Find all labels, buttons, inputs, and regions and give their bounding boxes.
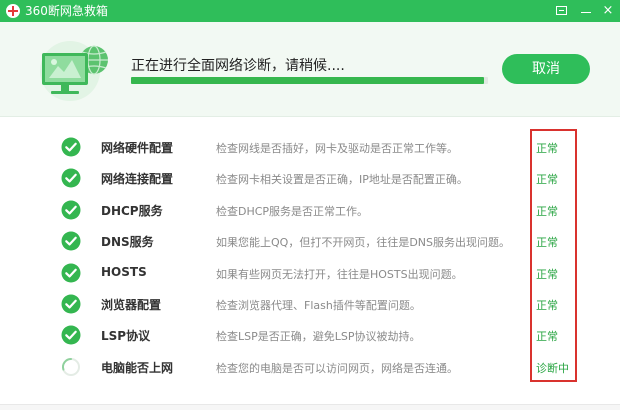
- check-row: 网络连接配置 检查网卡相关设置是否正确，IP地址是否配置正确。 正常: [0, 162, 620, 193]
- title-bar[interactable]: 360断网急救箱 ×: [0, 0, 620, 22]
- diagnosis-progress-bar: [131, 77, 488, 84]
- check-row: DHCP服务 检查DHCP服务是否正常工作。 正常: [0, 194, 620, 225]
- check-description: 检查您的电脑是否可以访问网页，网络是否连通。: [216, 361, 458, 375]
- window-bottom-edge: [0, 404, 620, 410]
- diagnosis-status-text: 正在进行全面网络诊断，请稍候....: [131, 58, 345, 74]
- check-name: LSP协议: [101, 329, 151, 344]
- network-monitor-icon: [40, 41, 108, 101]
- check-row: DNS服务 如果您能上QQ，但打不开网页，往往是DNS服务出现问题。 正常: [0, 225, 620, 256]
- check-name: 网络连接配置: [101, 172, 174, 187]
- check-circle-icon: [61, 231, 81, 251]
- check-circle-icon: [61, 168, 81, 188]
- check-row: 网络硬件配置 检查网线是否插好，网卡及驱动是否正常工作等。 正常: [0, 131, 620, 162]
- loading-spinner-icon: [62, 357, 80, 376]
- check-row: LSP协议 检查LSP是否正确，避免LSP协议被劫持。 正常: [0, 319, 620, 350]
- check-row: 电脑能否上网 检查您的电脑是否可以访问网页，网络是否连通。 诊断中: [0, 351, 620, 382]
- check-name: 网络硬件配置: [101, 141, 174, 155]
- app-logo-icon: [6, 4, 20, 18]
- check-circle-icon: [61, 137, 81, 157]
- check-name: DHCP服务: [101, 203, 163, 218]
- check-circle-icon: [61, 325, 81, 345]
- window-title: 360断网急救箱: [25, 4, 108, 18]
- check-circle-icon: [61, 200, 81, 220]
- check-description: 检查网线是否插好，网卡及驱动是否正常工作等。: [216, 142, 458, 155]
- check-list: 网络硬件配置 检查网线是否插好，网卡及驱动是否正常工作等。 正常 网络连接配置 检查网卡…: [0, 131, 620, 382]
- result-highlight-box: [530, 129, 577, 382]
- check-description: 如果您能上QQ，但打不开网页，往往是DNS服务出现问题。: [216, 236, 510, 250]
- cancel-button[interactable]: 取消: [502, 54, 590, 84]
- app-window: 360断网急救箱 × 正在进行全面网络诊断，请稍候.... 取消 网络硬件配置 …: [0, 0, 620, 410]
- check-name: DNS服务: [101, 235, 154, 250]
- check-circle-icon: [61, 263, 81, 283]
- check-name: HOSTS: [101, 264, 147, 279]
- check-description: 如果有些网页无法打开，往往是HOSTS出现问题。: [216, 267, 463, 281]
- check-circle-icon: [61, 294, 81, 314]
- check-name: 电脑能否上网: [101, 360, 174, 375]
- diagnosis-header: 正在进行全面网络诊断，请稍候.... 取消: [0, 22, 620, 117]
- close-icon[interactable]: ×: [598, 1, 618, 21]
- check-description: 检查LSP是否正确，避免LSP协议被劫持。: [216, 330, 421, 344]
- check-row: 浏览器配置 检查浏览器代理、Flash插件等配置问题。 正常: [0, 288, 620, 319]
- check-description: 检查DHCP服务是否正常工作。: [216, 204, 369, 218]
- diagnosis-progress-fill: [131, 77, 485, 84]
- check-description: 检查网卡相关设置是否正确，IP地址是否配置正确。: [216, 173, 468, 187]
- menu-icon[interactable]: [552, 1, 572, 21]
- minimize-icon[interactable]: [576, 1, 596, 21]
- check-row: HOSTS 如果有些网页无法打开，往往是HOSTS出现问题。 正常: [0, 257, 620, 288]
- check-name: 浏览器配置: [101, 297, 162, 312]
- check-description: 检查浏览器代理、Flash插件等配置问题。: [216, 298, 421, 312]
